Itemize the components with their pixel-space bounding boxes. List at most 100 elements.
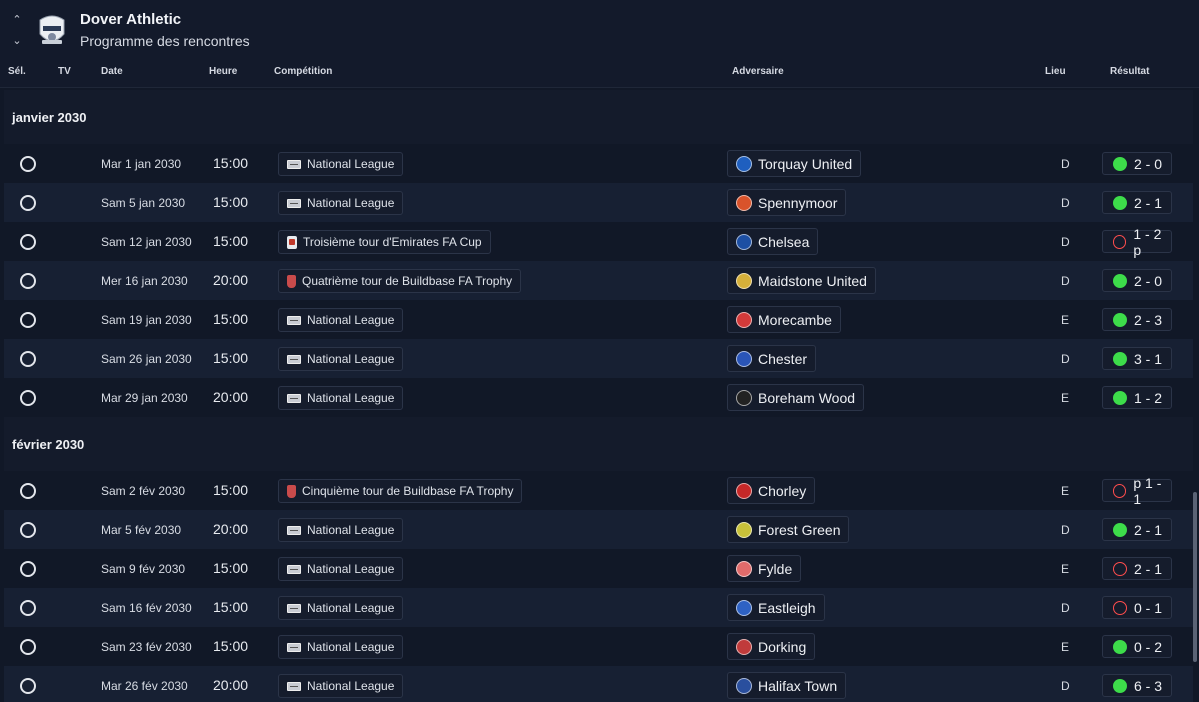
fixture-row[interactable]: Sam 5 jan 2030 15:00 National League Spe… (4, 183, 1193, 222)
opponent-chip[interactable]: Eastleigh (727, 594, 825, 621)
select-radio[interactable] (20, 234, 36, 250)
fixture-row[interactable]: Sam 26 jan 2030 15:00 National League Ch… (4, 339, 1193, 378)
venue: D (1061, 235, 1070, 249)
opponent-chip[interactable]: Morecambe (727, 306, 841, 333)
competition-chip[interactable]: Troisième tour d'Emirates FA Cup (278, 230, 491, 254)
opponent-chip[interactable]: Chelsea (727, 228, 819, 255)
chevron-down-icon[interactable]: ⌄ (10, 35, 24, 47)
competition-chip[interactable]: National League (278, 308, 404, 332)
result-chip[interactable]: 2 - 0 (1102, 269, 1172, 292)
competition-name: Quatrième tour de Buildbase FA Trophy (302, 274, 513, 288)
result-chip[interactable]: 3 - 1 (1102, 347, 1172, 370)
opponent-badge-icon (736, 272, 752, 289)
opponent-badge-icon (736, 155, 752, 172)
result-chip[interactable]: p 1 - 1 (1102, 475, 1172, 507)
fixture-row[interactable]: Sam 16 fév 2030 15:00 National League Ea… (4, 588, 1193, 627)
fixture-row[interactable]: Mar 5 fév 2030 20:00 National League For… (4, 510, 1193, 549)
select-radio[interactable] (20, 195, 36, 211)
select-radio[interactable] (20, 156, 36, 172)
opponent-name: Torquay United (758, 155, 853, 172)
select-radio[interactable] (20, 678, 36, 694)
select-radio[interactable] (20, 483, 36, 499)
opponent-chip[interactable]: Chester (727, 345, 817, 372)
col-venue[interactable]: Lieu (1045, 66, 1066, 77)
opponent-chip[interactable]: Maidstone United (727, 267, 876, 294)
competition-chip[interactable]: National League (278, 386, 404, 410)
result-chip[interactable]: 2 - 1 (1102, 518, 1172, 541)
scrollbar[interactable] (1193, 492, 1197, 662)
competition-chip[interactable]: National League (278, 347, 404, 371)
result-score: 2 - 0 (1134, 272, 1163, 289)
result-chip[interactable]: 0 - 1 (1102, 596, 1172, 619)
result-chip[interactable]: 2 - 3 (1102, 308, 1172, 331)
col-date[interactable]: Date (101, 66, 123, 77)
match-time: 15:00 (213, 155, 249, 171)
result-win-icon (1113, 195, 1127, 210)
opponent-chip[interactable]: Chorley (727, 477, 816, 504)
col-competition[interactable]: Compétition (274, 66, 332, 77)
match-time: 15:00 (213, 560, 249, 576)
fixture-row[interactable]: Mer 16 jan 2030 20:00 Quatrième tour de … (4, 261, 1193, 300)
select-radio[interactable] (20, 351, 36, 367)
competition-chip[interactable]: National League (278, 152, 404, 176)
match-time: 20:00 (213, 677, 249, 693)
competition-chip[interactable]: National League (278, 635, 404, 659)
opponent-badge-icon (736, 638, 752, 655)
fixture-row[interactable]: Sam 19 jan 2030 15:00 National League Mo… (4, 300, 1193, 339)
competition-name: National League (307, 313, 395, 327)
col-tv[interactable]: TV (58, 66, 71, 77)
select-radio[interactable] (20, 561, 36, 577)
opponent-chip[interactable]: Torquay United (727, 150, 862, 177)
select-radio[interactable] (20, 312, 36, 328)
result-chip[interactable]: 1 - 2 (1102, 386, 1172, 409)
competition-chip[interactable]: Cinquième tour de Buildbase FA Trophy (278, 479, 523, 503)
col-result[interactable]: Résultat (1110, 66, 1149, 77)
fixture-row[interactable]: Mar 29 jan 2030 20:00 National League Bo… (4, 378, 1193, 417)
chevron-up-icon[interactable]: ⌃ (10, 14, 24, 26)
competition-chip[interactable]: National League (278, 596, 404, 620)
fixture-row[interactable]: Sam 12 jan 2030 15:00 Troisième tour d'E… (4, 222, 1193, 261)
result-chip[interactable]: 6 - 3 (1102, 674, 1172, 697)
opponent-chip[interactable]: Spennymoor (727, 189, 847, 216)
result-chip[interactable]: 0 - 2 (1102, 635, 1172, 658)
match-date: Mar 5 fév 2030 (101, 523, 182, 537)
match-time: 15:00 (213, 194, 249, 210)
select-radio[interactable] (20, 639, 36, 655)
result-chip[interactable]: 1 - 2 p (1102, 226, 1172, 258)
opponent-chip[interactable]: Dorking (727, 633, 816, 660)
fixture-row[interactable]: Sam 23 fév 2030 15:00 National League Do… (4, 627, 1193, 666)
opponent-name: Morecambe (758, 311, 832, 328)
select-radio[interactable] (20, 273, 36, 289)
month-header: février 2030 (4, 417, 1193, 471)
competition-chip[interactable]: National League (278, 518, 404, 542)
result-loss-icon (1113, 234, 1127, 249)
opponent-chip[interactable]: Halifax Town (727, 672, 847, 699)
result-chip[interactable]: 2 - 1 (1102, 557, 1172, 580)
competition-chip[interactable]: National League (278, 674, 404, 698)
opponent-chip[interactable]: Boreham Wood (727, 384, 865, 411)
competition-chip[interactable]: National League (278, 557, 404, 581)
fixture-row[interactable]: Sam 2 fév 2030 15:00 Cinquième tour de B… (4, 471, 1193, 510)
match-time: 20:00 (213, 389, 249, 405)
result-chip[interactable]: 2 - 1 (1102, 191, 1172, 214)
opponent-chip[interactable]: Forest Green (727, 516, 850, 543)
result-score: 0 - 2 (1134, 638, 1163, 655)
club-name[interactable]: Dover Athletic (80, 11, 181, 28)
competition-chip[interactable]: Quatrième tour de Buildbase FA Trophy (278, 269, 522, 293)
result-loss-icon (1113, 600, 1127, 615)
result-win-icon (1113, 351, 1127, 366)
competition-name: National League (307, 601, 395, 615)
select-radio[interactable] (20, 522, 36, 538)
col-sel[interactable]: Sél. (8, 66, 26, 77)
opponent-chip[interactable]: Fylde (727, 555, 802, 582)
result-chip[interactable]: 2 - 0 (1102, 152, 1172, 175)
venue: D (1061, 196, 1070, 210)
competition-chip[interactable]: National League (278, 191, 404, 215)
fixture-row[interactable]: Mar 26 fév 2030 20:00 National League Ha… (4, 666, 1193, 702)
fixture-row[interactable]: Sam 9 fév 2030 15:00 National League Fyl… (4, 549, 1193, 588)
col-time[interactable]: Heure (209, 66, 237, 77)
fixture-row[interactable]: Mar 1 jan 2030 15:00 National League Tor… (4, 144, 1193, 183)
col-opponent[interactable]: Adversaire (732, 66, 784, 77)
select-radio[interactable] (20, 600, 36, 616)
select-radio[interactable] (20, 390, 36, 406)
